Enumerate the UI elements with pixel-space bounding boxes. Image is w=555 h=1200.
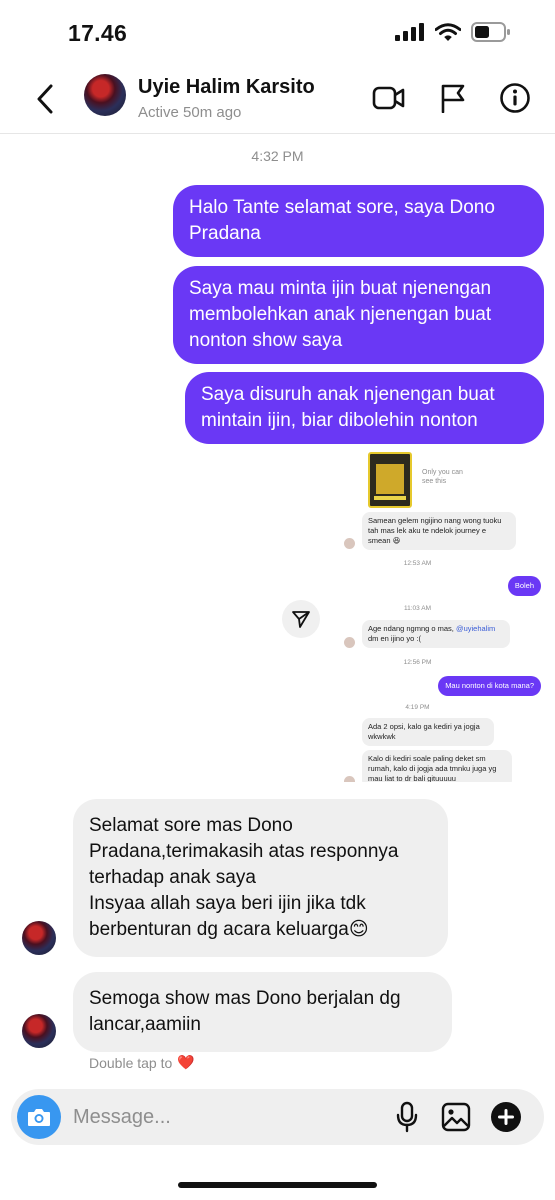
wifi-icon (435, 22, 461, 41)
report-button[interactable] (435, 80, 471, 116)
outgoing-message[interactable]: Saya disuruh anak njenengan buat mintain… (185, 372, 544, 444)
screenshot-incoming-message: Kalo di kediri soale paling deket sm rum… (362, 750, 512, 782)
screenshot-avatar (344, 637, 355, 648)
send-icon (292, 611, 310, 628)
shared-screenshot-image[interactable]: Only you can see this Samean gelem ngiji… (280, 450, 555, 782)
message-input[interactable] (73, 1101, 373, 1133)
battery-icon (471, 22, 510, 42)
home-indicator[interactable] (178, 1182, 377, 1188)
back-icon (37, 84, 53, 114)
contact-avatar[interactable] (84, 74, 126, 116)
screenshot-timestamp: 12:56 PM (403, 659, 432, 666)
screenshot-timestamp: 11:03 AM (404, 605, 431, 612)
screenshot-outgoing-message: Boleh (507, 576, 541, 596)
screenshot-avatar (344, 538, 355, 549)
screenshot-incoming-message: Samean gelem ngijino nang wong tuoku tah… (362, 512, 516, 550)
screenshot-timestamp: 12:53 AM (403, 560, 432, 567)
cellular-signal-icon (395, 23, 424, 41)
incoming-message[interactable]: Selamat sore mas Dono Pradana,terimakasi… (73, 799, 448, 957)
contact-status: Active 50m ago (138, 104, 242, 121)
screenshot-outgoing-message: Mau nonton di kota mana? (438, 676, 541, 696)
add-icon (491, 1102, 521, 1132)
video-call-icon (372, 86, 405, 110)
flag-icon (441, 84, 465, 113)
status-icons (395, 22, 511, 42)
gallery-icon (441, 1102, 471, 1132)
share-button[interactable] (282, 600, 320, 638)
camera-icon (28, 1109, 50, 1126)
story-poster-thumbnail (368, 452, 412, 508)
video-call-button[interactable] (371, 80, 407, 116)
info-icon (500, 83, 530, 113)
gallery-button[interactable] (439, 1100, 473, 1134)
contact-name[interactable]: Uyie Halim Karsito (138, 76, 315, 99)
camera-button[interactable] (17, 1095, 61, 1139)
double-tap-label: Double tap to (89, 1054, 173, 1071)
screenshot-incoming-message: Ada 2 opsi, kalo ga kediri ya jogja wkwk… (362, 718, 494, 746)
info-button[interactable] (497, 80, 533, 116)
double-tap-hint: Double tap to ❤️ (89, 1054, 195, 1071)
back-button[interactable] (30, 82, 60, 116)
add-button[interactable] (489, 1100, 523, 1134)
message-composer (11, 1089, 544, 1145)
sender-avatar[interactable] (22, 1014, 56, 1048)
outgoing-message[interactable]: Saya mau minta ijin buat njenengan membo… (173, 266, 544, 364)
screenshot-timestamp: 4:19 PM (405, 704, 430, 711)
screenshot-incoming-message: Age ndang ngmng o mas, @uyiehalim dm en … (362, 620, 510, 648)
message-timestamp: 4:32 PM (251, 148, 304, 164)
user-mention: @uyiehalim (455, 624, 496, 633)
only-you-can-see-label: Only you can see this (422, 469, 463, 485)
voice-message-button[interactable] (390, 1100, 424, 1134)
screenshot-avatar (344, 776, 355, 782)
incoming-message[interactable]: Semoga show mas Dono berjalan dg lancar,… (73, 972, 452, 1052)
microphone-icon (396, 1101, 418, 1133)
status-time: 17.46 (68, 20, 128, 46)
heart-icon: ❤️ (177, 1054, 195, 1070)
sender-avatar[interactable] (22, 921, 56, 955)
outgoing-message[interactable]: Halo Tante selamat sore, saya Dono Prada… (173, 185, 544, 257)
chat-header: Uyie Halim Karsito Active 50m ago (0, 64, 555, 134)
status-bar: 17.46 (0, 0, 555, 64)
